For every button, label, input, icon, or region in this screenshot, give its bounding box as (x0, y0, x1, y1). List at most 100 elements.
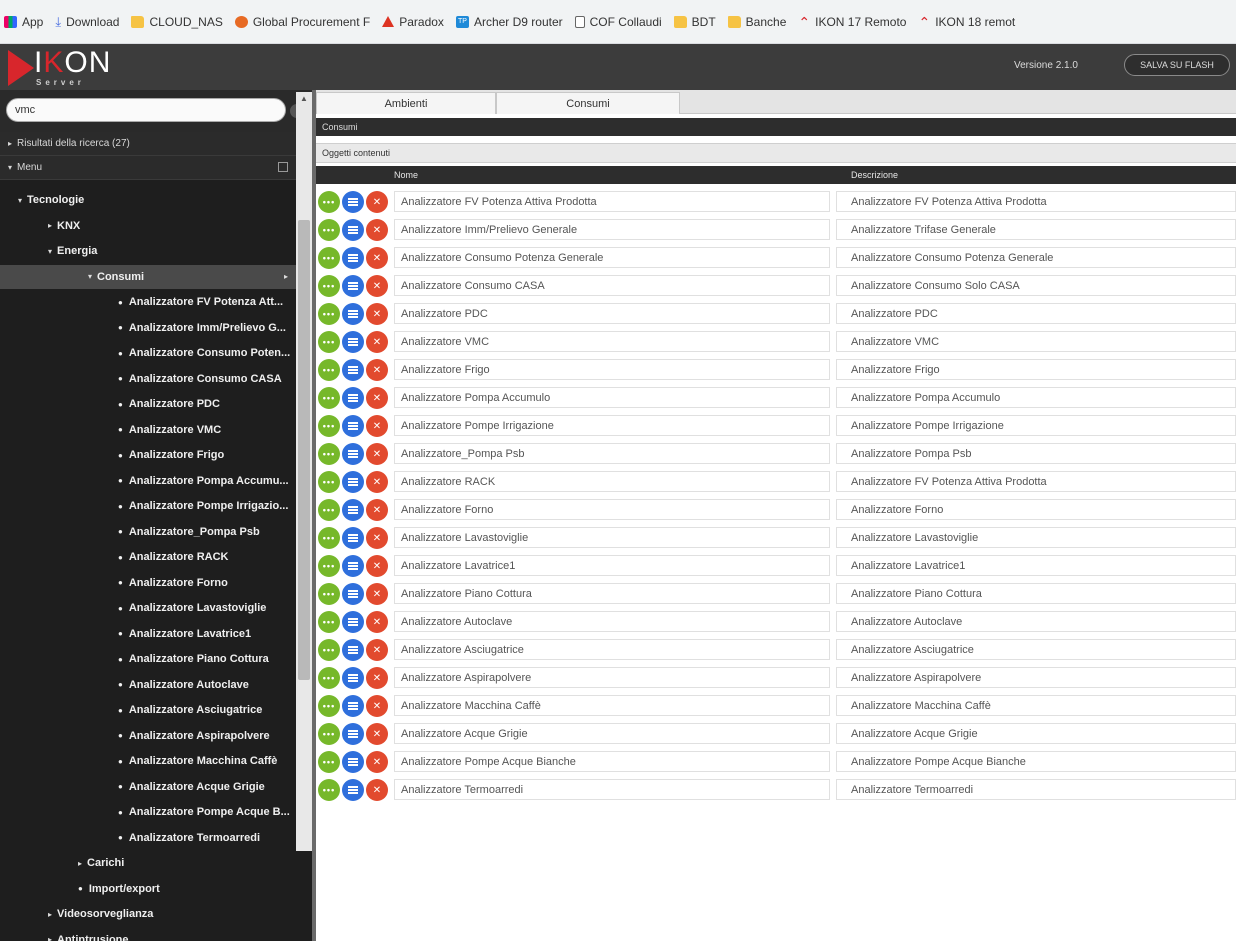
cell-name[interactable]: Analizzatore Imm/Prelievo Generale (394, 219, 830, 240)
more-options-button[interactable]: ••• (318, 303, 340, 325)
delete-button[interactable]: ✕ (366, 331, 388, 353)
more-options-button[interactable]: ••• (318, 751, 340, 773)
more-options-button[interactable]: ••• (318, 583, 340, 605)
bookmark-item[interactable]: App (4, 15, 43, 29)
tree-item[interactable]: ● Analizzatore Pompe Irrigazio... (0, 494, 296, 518)
edit-button[interactable] (342, 779, 364, 801)
bookmark-item[interactable]: Global Procurement F (234, 15, 370, 29)
delete-button[interactable]: ✕ (366, 191, 388, 213)
cell-description[interactable]: Analizzatore FV Potenza Attiva Prodotta (836, 191, 1236, 212)
edit-button[interactable] (342, 555, 364, 577)
tab-ambienti[interactable]: Ambienti (316, 92, 496, 114)
cell-description[interactable]: Analizzatore Pompa Psb (836, 443, 1236, 464)
cell-name[interactable]: Analizzatore Consumo CASA (394, 275, 830, 296)
edit-button[interactable] (342, 751, 364, 773)
tree-item[interactable]: ● Analizzatore Asciugatrice (0, 698, 296, 722)
more-options-button[interactable]: ••• (318, 415, 340, 437)
cell-name[interactable]: Analizzatore Pompe Irrigazione (394, 415, 830, 436)
cell-name[interactable]: Analizzatore Pompa Accumulo (394, 387, 830, 408)
cell-description[interactable]: Analizzatore FV Potenza Attiva Prodotta (836, 471, 1236, 492)
edit-button[interactable] (342, 303, 364, 325)
delete-button[interactable]: ✕ (366, 779, 388, 801)
delete-button[interactable]: ✕ (366, 583, 388, 605)
more-options-button[interactable]: ••• (318, 695, 340, 717)
delete-button[interactable]: ✕ (366, 527, 388, 549)
cell-name[interactable]: Analizzatore VMC (394, 331, 830, 352)
cell-name[interactable]: Analizzatore Macchina Caffè (394, 695, 830, 716)
collapse-all-icon[interactable] (278, 162, 288, 172)
save-to-flash-button[interactable]: SALVA SU FLASH (1124, 54, 1230, 76)
more-options-button[interactable]: ••• (318, 331, 340, 353)
cell-description[interactable]: Analizzatore Aspirapolvere (836, 667, 1236, 688)
tree-item[interactable]: ● Analizzatore Pompa Accumu... (0, 469, 296, 493)
cell-description[interactable]: Analizzatore VMC (836, 331, 1236, 352)
cell-description[interactable]: Analizzatore Acque Grigie (836, 723, 1236, 744)
more-options-button[interactable]: ••• (318, 667, 340, 689)
edit-button[interactable] (342, 415, 364, 437)
bookmark-item[interactable]: CLOUD_NAS (131, 15, 223, 29)
tree-item[interactable]: ▸ Carichi (0, 851, 296, 875)
cell-description[interactable]: Analizzatore Macchina Caffè (836, 695, 1236, 716)
tree-item[interactable]: ● Analizzatore Imm/Prelievo G... (0, 316, 296, 340)
edit-button[interactable] (342, 275, 364, 297)
edit-button[interactable] (342, 443, 364, 465)
tree-item[interactable]: ● Analizzatore Lavatrice1 (0, 622, 296, 646)
menu-header[interactable]: ▾ Menu (0, 156, 312, 180)
delete-button[interactable]: ✕ (366, 415, 388, 437)
search-input[interactable] (6, 98, 286, 122)
bookmark-item[interactable]: BDT (673, 15, 716, 29)
tree-item[interactable]: ● Analizzatore Forno (0, 571, 296, 595)
cell-description[interactable]: Analizzatore Forno (836, 499, 1236, 520)
more-options-button[interactable]: ••• (318, 639, 340, 661)
tree-item[interactable]: ● Analizzatore PDC (0, 392, 296, 416)
more-options-button[interactable]: ••• (318, 387, 340, 409)
scroll-up-icon[interactable]: ▲ (296, 92, 312, 106)
bookmark-item[interactable]: COF Collaudi (574, 15, 662, 29)
cell-name[interactable]: Analizzatore Termoarredi (394, 779, 830, 800)
cell-description[interactable]: Analizzatore Pompe Irrigazione (836, 415, 1236, 436)
edit-button[interactable] (342, 219, 364, 241)
bookmark-item[interactable]: ⤓ Download (55, 14, 119, 30)
edit-button[interactable] (342, 611, 364, 633)
delete-button[interactable]: ✕ (366, 443, 388, 465)
cell-name[interactable]: Analizzatore Lavatrice1 (394, 555, 830, 576)
edit-button[interactable] (342, 331, 364, 353)
cell-description[interactable]: Analizzatore Frigo (836, 359, 1236, 380)
delete-button[interactable]: ✕ (366, 751, 388, 773)
search-results-header[interactable]: ▸ Risultati della ricerca (27) (0, 132, 312, 156)
cell-name[interactable]: Analizzatore Acque Grigie (394, 723, 830, 744)
delete-button[interactable]: ✕ (366, 359, 388, 381)
more-options-button[interactable]: ••• (318, 779, 340, 801)
more-options-button[interactable]: ••• (318, 359, 340, 381)
tree-item[interactable]: ● Analizzatore Autoclave (0, 673, 296, 697)
cell-description[interactable]: Analizzatore Consumo Potenza Generale (836, 247, 1236, 268)
delete-button[interactable]: ✕ (366, 471, 388, 493)
edit-button[interactable] (342, 723, 364, 745)
tree-item[interactable]: ▸ KNX (0, 214, 296, 238)
delete-button[interactable]: ✕ (366, 303, 388, 325)
more-options-button[interactable]: ••• (318, 219, 340, 241)
delete-button[interactable]: ✕ (366, 667, 388, 689)
cell-description[interactable]: Analizzatore Piano Cottura (836, 583, 1236, 604)
cell-name[interactable]: Analizzatore Frigo (394, 359, 830, 380)
tab-consumi[interactable]: Consumi (496, 92, 680, 114)
delete-button[interactable]: ✕ (366, 247, 388, 269)
delete-button[interactable]: ✕ (366, 387, 388, 409)
cell-description[interactable]: Analizzatore Pompa Accumulo (836, 387, 1236, 408)
edit-button[interactable] (342, 583, 364, 605)
column-header-description[interactable]: Descrizione (851, 170, 898, 180)
tree-item[interactable]: ● Analizzatore Termoarredi (0, 826, 296, 850)
tree-item[interactable]: ● Analizzatore RACK (0, 545, 296, 569)
cell-name[interactable]: Analizzatore PDC (394, 303, 830, 324)
tree-item[interactable]: ● Analizzatore Pompe Acque B... (0, 800, 296, 824)
bookmark-item[interactable]: Banche (727, 15, 786, 29)
edit-button[interactable] (342, 499, 364, 521)
tree-item[interactable]: ▸ Videosorveglianza (0, 902, 296, 926)
cell-description[interactable]: Analizzatore Consumo Solo CASA (836, 275, 1236, 296)
tree-item[interactable]: ● Analizzatore VMC (0, 418, 296, 442)
edit-button[interactable] (342, 387, 364, 409)
edit-button[interactable] (342, 359, 364, 381)
edit-button[interactable] (342, 667, 364, 689)
cell-description[interactable]: Analizzatore Autoclave (836, 611, 1236, 632)
cell-name[interactable]: Analizzatore Aspirapolvere (394, 667, 830, 688)
